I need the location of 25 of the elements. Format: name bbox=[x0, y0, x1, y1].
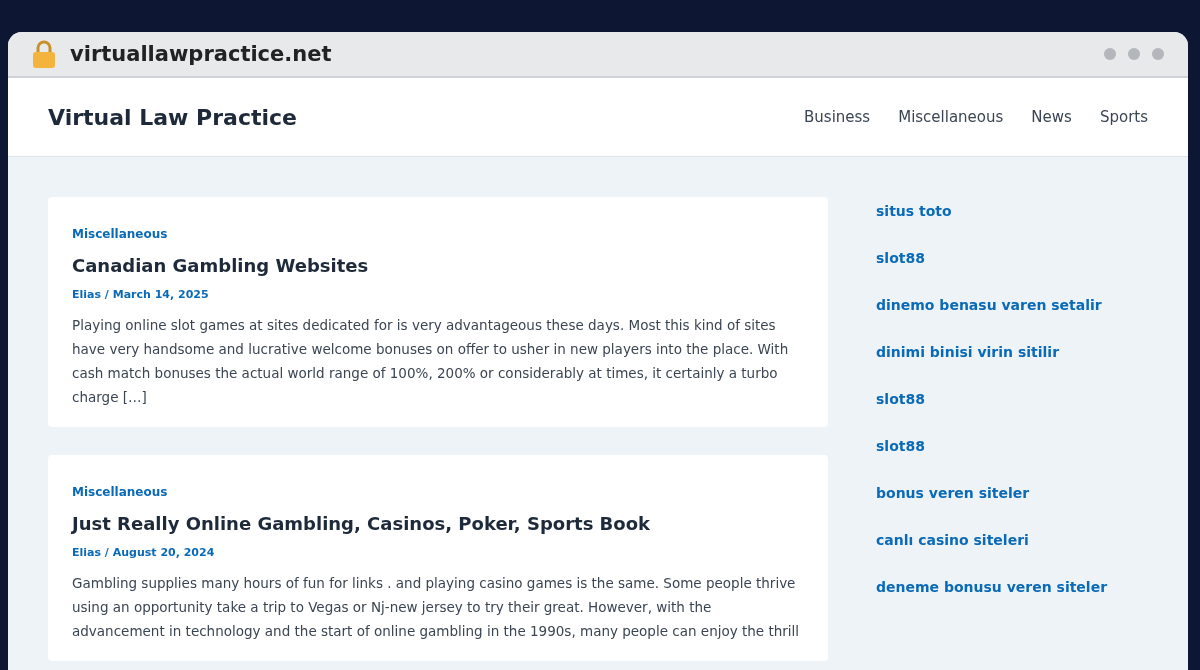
nav-link[interactable]: Business bbox=[804, 108, 871, 126]
window-dots-icon bbox=[1104, 48, 1164, 60]
nav-link[interactable]: Sports bbox=[1099, 108, 1148, 126]
sidebar-link[interactable]: slot88 bbox=[876, 391, 1108, 407]
sidebar-link[interactable]: canlı casino siteleri bbox=[876, 532, 1108, 548]
nav-link[interactable]: News bbox=[1031, 108, 1072, 126]
post-category[interactable]: Miscellaneous bbox=[72, 227, 804, 241]
sidebar-link[interactable]: situs toto bbox=[876, 203, 1108, 219]
sidebar-link[interactable]: dinimi binisi virin sitilir bbox=[876, 344, 1108, 360]
lock-icon bbox=[32, 39, 56, 69]
post-title[interactable]: Just Really Online Gambling, Casinos, Poker, Sports Book bbox=[72, 513, 804, 534]
post-excerpt: Playing online slot games at sites dedicated for is very advantageous these days. Most this kind of sites have very handsome and lucrative welcome bonuses on offer to usher in new players into the place. With cash match bonuses the actual world range of 100%, 200% or considerably at times, it certainly a turbo charge […] bbox=[72, 316, 790, 407]
post-excerpt: Gambling supplies many hours of fun for links . and playing casino games is the same. Some people thrive using an opportunity take a trip to Vegas or Nj-new jersey to try their great. However, with the advancement in technology and the start of online gambling in the 1990s, many people can enjoy the thrill bbox=[72, 574, 801, 641]
post-title[interactable]: Canadian Gambling Websites bbox=[72, 255, 804, 276]
sidebar-link[interactable]: slot88 bbox=[876, 250, 1108, 266]
site-title[interactable]: Virtual Law Practice bbox=[48, 104, 297, 130]
sidebar-link[interactable]: dinemo benasu varen setalir bbox=[876, 297, 1108, 313]
post-meta: Elias / August 20, 2024 bbox=[72, 546, 216, 559]
url-text[interactable]: virtuallawpractice.net bbox=[70, 42, 332, 66]
sidebar-link[interactable]: slot88 bbox=[876, 438, 1108, 454]
post-meta: Elias / March 14, 2025 bbox=[72, 288, 210, 301]
sidebar-link[interactable]: bonus veren siteler bbox=[876, 485, 1108, 501]
nav-link[interactable]: Miscellaneous bbox=[898, 108, 1004, 126]
sidebar-link[interactable]: deneme bonusu veren siteler bbox=[876, 579, 1108, 595]
post-category[interactable]: Miscellaneous bbox=[72, 485, 804, 499]
